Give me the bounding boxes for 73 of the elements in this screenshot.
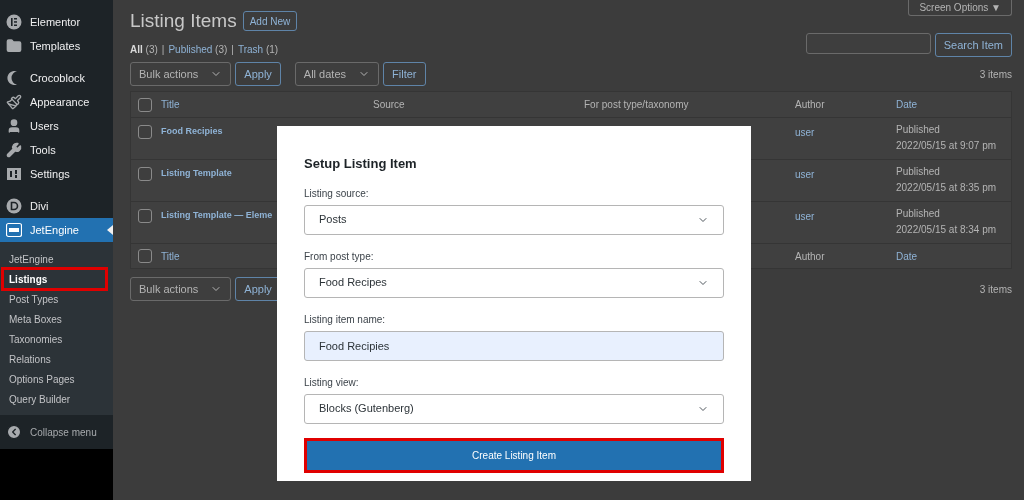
- author-cell-text: user: [795, 210, 815, 224]
- submenu-item[interactable]: Post Types: [0, 289, 113, 309]
- dropdown[interactable]: All dates: [294, 62, 380, 86]
- item-count: 3 items: [979, 282, 1012, 297]
- sidebar-item[interactable]: JetEngine: [0, 218, 113, 242]
- dropdown[interactable]: Bulk actions: [130, 62, 232, 86]
- date-cell-text: Published 2022/05/15 at 8:34 pm: [896, 207, 997, 237]
- author-cell-text: user: [795, 168, 815, 182]
- folder-icon: [6, 38, 22, 54]
- sidebar-item[interactable]: Users: [0, 114, 113, 138]
- column-header[interactable]: Title: [161, 97, 180, 112]
- input-field[interactable]: Food Recipies: [304, 330, 724, 361]
- view-filter-link[interactable]: Published (3): [168, 42, 228, 57]
- current-pointer-icon: [107, 225, 113, 235]
- submenu-item[interactable]: Taxonomies: [0, 329, 113, 349]
- submenu-item[interactable]: Options Pages: [0, 369, 113, 389]
- filter-button[interactable]: Filter: [383, 62, 426, 86]
- dropdown[interactable]: Blocks (Gutenberg): [304, 393, 724, 424]
- dialog-title: Setup Listing Item: [304, 155, 418, 173]
- column-header: For post type/taxonomy: [584, 98, 689, 112]
- field-label: From post type:: [304, 249, 375, 264]
- sidebar-item[interactable]: Appearance: [0, 90, 113, 114]
- field-label: Listing source:: [304, 186, 370, 201]
- column-footer[interactable]: Date: [896, 248, 918, 264]
- sidebar-item[interactable]: Divi: [0, 194, 113, 218]
- row-checkbox[interactable]: [138, 249, 152, 263]
- date-cell-text: Published 2022/05/15 at 8:35 pm: [896, 165, 997, 195]
- field-label: Listing item name:: [304, 312, 387, 327]
- date-cell-text: Published 2022/05/15 at 9:07 pm: [896, 123, 997, 153]
- separator-text: |: [161, 43, 165, 57]
- dropdown[interactable]: Posts: [304, 204, 724, 235]
- column-header: Author: [795, 98, 825, 112]
- user-icon: [6, 118, 22, 134]
- listing-title-link[interactable]: Listing Template — Eleme: [161, 209, 273, 223]
- row-checkbox[interactable]: [138, 167, 152, 181]
- submenu-item[interactable]: Meta Boxes: [0, 309, 113, 329]
- sidebar-item[interactable]: Templates: [0, 34, 113, 58]
- column-header: Source: [373, 98, 405, 112]
- listing-title-link[interactable]: Food Recipies: [161, 125, 223, 139]
- add-new-button[interactable]: Add New: [242, 11, 298, 31]
- column-footer[interactable]: Title: [161, 248, 180, 264]
- wrench-icon: [6, 142, 22, 158]
- search-field[interactable]: [805, 33, 931, 54]
- page-title: Listing Items: [130, 9, 237, 33]
- paintbrush-icon: [6, 94, 22, 110]
- sidebar-item[interactable]: Elementor: [0, 10, 113, 34]
- view-filter-link[interactable]: Trash (1): [237, 42, 279, 57]
- field-label: Listing view:: [304, 375, 360, 390]
- submenu-item[interactable]: Listings: [1, 267, 108, 291]
- collapse-icon: [6, 424, 22, 440]
- search-button[interactable]: Search Item: [934, 33, 1012, 57]
- submenu-item[interactable]: Query Builder: [0, 389, 113, 409]
- separator-text: |: [231, 43, 234, 57]
- item-count: 3 items: [979, 67, 1012, 82]
- dropdown[interactable]: Bulk actions: [130, 277, 232, 301]
- dropdown[interactable]: Food Recipes: [304, 267, 724, 298]
- screen-options-button[interactable]: Screen Options ▼: [908, 0, 1012, 16]
- settings-icon: [6, 166, 22, 182]
- listing-title-link[interactable]: Listing Template: [161, 167, 232, 181]
- submenu-item[interactable]: Relations: [0, 349, 113, 369]
- row-checkbox[interactable]: [138, 97, 152, 112]
- sidebar-item[interactable]: Settings: [0, 162, 113, 186]
- column-header[interactable]: Date: [896, 97, 918, 112]
- sidebar-item[interactable]: Crocoblock: [0, 66, 113, 90]
- view-filter-link[interactable]: All (3): [130, 42, 158, 57]
- sidebar-item[interactable]: Tools: [0, 138, 113, 162]
- apply-button[interactable]: Apply: [235, 62, 281, 86]
- submenu-item[interactable]: JetEngine: [0, 249, 113, 269]
- create-listing-button[interactable]: Create Listing Item: [304, 437, 724, 473]
- row-checkbox[interactable]: [138, 125, 152, 139]
- author-cell-text: user: [795, 126, 815, 140]
- column-footer: Author: [795, 248, 825, 264]
- row-checkbox[interactable]: [138, 209, 152, 223]
